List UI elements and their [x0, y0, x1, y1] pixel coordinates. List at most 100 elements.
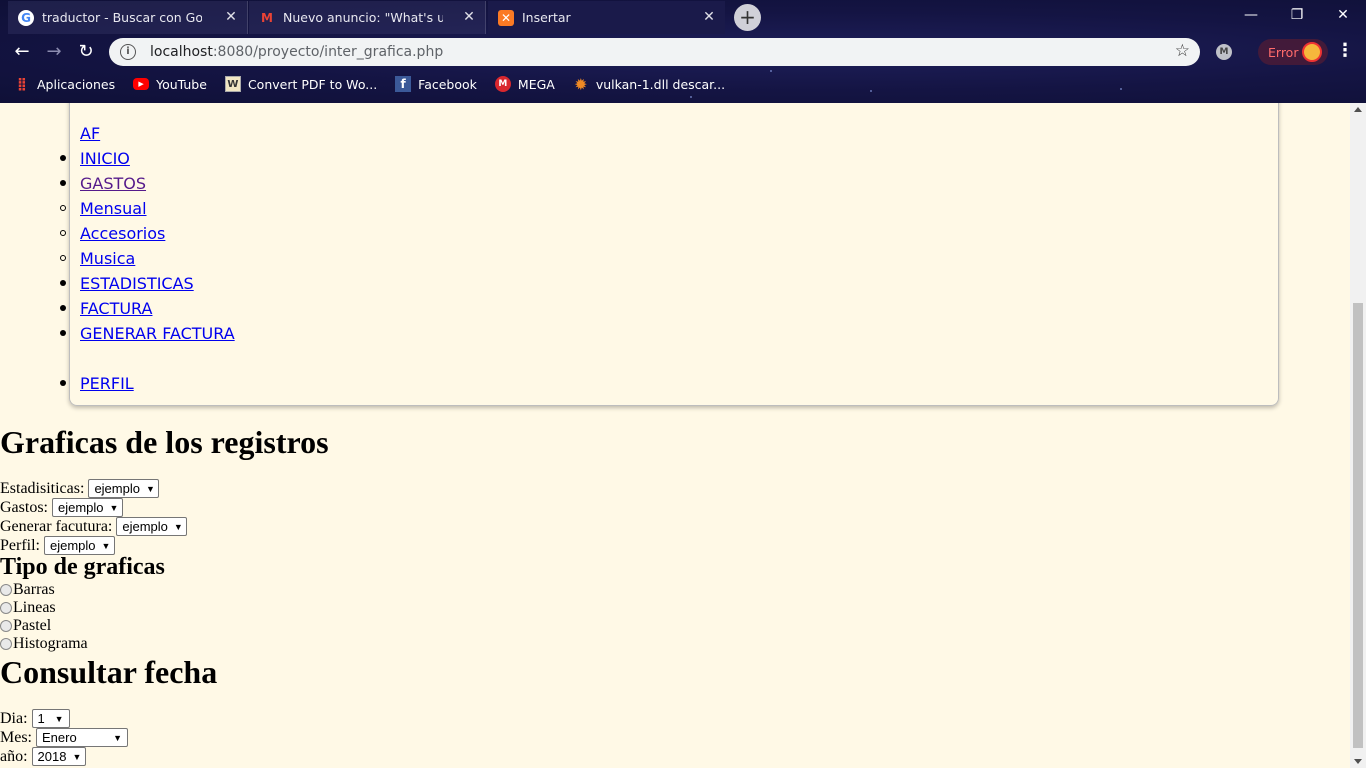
reload-button[interactable]: ↻	[74, 40, 98, 64]
bookmark-facebook[interactable]: f Facebook	[395, 76, 477, 92]
select-row-perfil: Perfil: ejemplo ▼	[0, 536, 115, 555]
nav-link-musica[interactable]: Musica	[80, 249, 135, 268]
background-star	[690, 96, 692, 98]
nav-link-factura[interactable]: FACTURA	[80, 299, 152, 318]
google-icon: G	[18, 9, 34, 26]
bookmark-apps[interactable]: ⣿ Aplicaciones	[14, 76, 115, 92]
profile-error-button[interactable]: Error	[1258, 39, 1328, 65]
gastos-select[interactable]: ejemplo ▼	[52, 498, 123, 517]
radio-histograma[interactable]	[0, 638, 12, 650]
scroll-up-icon[interactable]	[1354, 107, 1362, 112]
field-label: Perfil:	[0, 536, 40, 554]
close-window-button[interactable]: ✕	[1320, 0, 1366, 32]
nav-link-inicio[interactable]: INICIO	[80, 149, 130, 168]
chevron-down-icon: ▼	[72, 751, 82, 762]
radio-label: Pastel	[13, 617, 52, 634]
field-label: Estadisiticas:	[0, 479, 85, 497]
list-bullet	[60, 155, 66, 161]
back-button[interactable]: ←	[10, 40, 34, 64]
tab-gmail[interactable]: M Nuevo anuncio: "What's up chava ✕	[249, 1, 486, 34]
close-icon[interactable]: ✕	[223, 9, 239, 25]
nav-link-accesorios[interactable]: Accesorios	[80, 224, 165, 243]
pdf-convert-icon: W	[224, 76, 241, 92]
anio-select[interactable]: 2018 ▼	[31, 747, 86, 766]
chevron-down-icon: ▼	[101, 540, 111, 551]
nav-link-estadisticas[interactable]: ESTADISTICAS	[80, 274, 194, 293]
chevron-down-icon: ▼	[145, 483, 155, 494]
select-row-generar-factura: Generar facutura: ejemplo ▼	[0, 517, 188, 536]
chevron-down-icon: ▼	[113, 732, 122, 743]
close-icon[interactable]: ✕	[701, 9, 717, 25]
bookmarks-bar: ⣿ Aplicaciones ▶ YouTube W Convert PDF t…	[0, 72, 1366, 96]
new-tab-button[interactable]: +	[734, 4, 761, 31]
field-label: Mes:	[0, 728, 32, 746]
minimize-button[interactable]: —	[1228, 0, 1274, 32]
chevron-down-icon: ▼	[54, 713, 64, 724]
nav-link-generar-factura[interactable]: GENERAR FACTURA	[80, 324, 235, 343]
radio-lineas[interactable]	[0, 602, 12, 614]
estadisticas-select[interactable]: ejemplo ▼	[88, 479, 160, 498]
bookmark-convert-pdf[interactable]: W Convert PDF to Wo...	[224, 76, 378, 92]
bookmark-vulkan[interactable]: ✹ vulkan-1.dll descar...	[573, 75, 726, 94]
generar-factura-select[interactable]: ejemplo ▼	[116, 517, 188, 536]
perfil-select[interactable]: ejemplo ▼	[44, 536, 115, 555]
radio-label: Barras	[13, 581, 55, 598]
radio-barras[interactable]	[0, 584, 12, 596]
apps-grid-icon: ⣿	[16, 76, 28, 92]
scrollbar-thumb[interactable]	[1353, 303, 1363, 748]
field-label: Dia:	[0, 709, 28, 727]
select-row-dia: Dia: 1 ▼	[0, 709, 70, 728]
vertical-scrollbar[interactable]	[1350, 103, 1366, 768]
close-icon[interactable]: ✕	[461, 9, 477, 25]
url-path: :8080/proyecto/inter_grafica.php	[212, 44, 444, 60]
xampp-icon: ✕	[498, 9, 514, 26]
chevron-down-icon: ▼	[109, 502, 119, 513]
nav-link-mensual[interactable]: Mensual	[80, 199, 147, 218]
youtube-icon: ▶	[133, 78, 150, 90]
mes-select[interactable]: Enero ▼	[36, 728, 128, 747]
dia-select[interactable]: 1 ▼	[31, 709, 70, 728]
bookmark-mega[interactable]: M MEGA	[494, 76, 555, 92]
forward-button[interactable]: →	[42, 40, 66, 64]
radio-pastel[interactable]	[0, 620, 12, 632]
radio-label: Lineas	[13, 599, 56, 616]
tab-google-search[interactable]: G traductor - Buscar con Google ✕	[8, 1, 248, 34]
gmail-icon: M	[261, 10, 273, 25]
tab-title: Nuevo anuncio: "What's up chava	[283, 10, 443, 25]
select-row-gastos: Gastos: ejemplo ▼	[0, 498, 123, 517]
url-host: localhost	[150, 44, 213, 60]
bookmark-youtube[interactable]: ▶ YouTube	[133, 77, 207, 92]
address-bar[interactable]: i localhost:8080/proyecto/inter_grafica.…	[109, 38, 1200, 66]
list-bullet	[60, 305, 66, 311]
bookmark-label: vulkan-1.dll descar...	[595, 76, 726, 92]
tab-insertar[interactable]: ✕ Insertar ✕	[488, 1, 725, 34]
restore-button[interactable]: ❐	[1274, 0, 1320, 32]
avatar	[1302, 42, 1322, 62]
tab-title: Insertar	[522, 10, 571, 25]
facebook-icon: f	[395, 76, 412, 92]
select-row-estadisticas: Estadisiticas: ejemplo ▼	[0, 479, 160, 498]
page-content: AF INICIO GASTOS Mensual Accesorios Musi…	[0, 103, 1350, 768]
date-heading: Consultar fecha	[0, 654, 218, 690]
radio-row-barras: Barras	[0, 581, 55, 599]
list-bullet	[60, 255, 66, 261]
tab-title: traductor - Buscar con Google	[42, 10, 202, 25]
bookmark-star-icon[interactable]: ☆	[1175, 41, 1190, 61]
field-label: Generar facutura:	[0, 517, 113, 535]
bookmark-label: Facebook	[418, 76, 477, 92]
field-label: año:	[0, 747, 28, 765]
mega-extension-icon[interactable]: M	[1216, 44, 1232, 60]
bookmark-label: Convert PDF to Wo...	[247, 76, 378, 92]
chevron-down-icon: ▼	[173, 521, 183, 532]
browser-menu-icon[interactable]: ⋮	[1336, 40, 1354, 64]
list-bullet	[60, 280, 66, 286]
nav-brand-link[interactable]: AF	[80, 124, 100, 143]
nav-link-gastos[interactable]: GASTOS	[80, 174, 146, 193]
list-bullet	[60, 330, 66, 336]
bookmark-label: Aplicaciones	[37, 76, 116, 92]
info-icon[interactable]: i	[120, 44, 136, 60]
page-title: Graficas de los registros	[0, 424, 329, 460]
scroll-down-icon[interactable]	[1354, 759, 1362, 764]
list-bullet	[60, 205, 66, 211]
nav-link-perfil[interactable]: PERFIL	[80, 374, 134, 393]
